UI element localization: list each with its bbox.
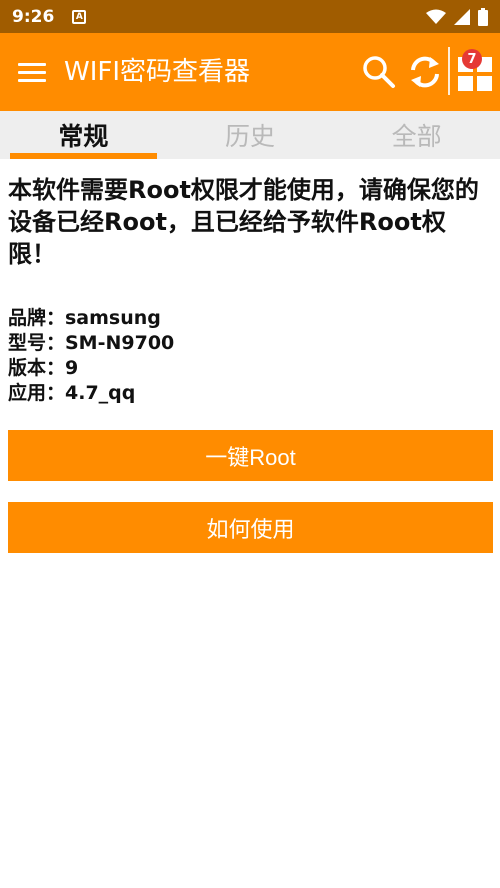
toolbar-divider (448, 47, 450, 95)
device-info: 品牌：samsung 型号：SM-N9700 版本：9 应用：4.7_qq (8, 306, 492, 406)
battery-icon (478, 7, 488, 26)
tab-all[interactable]: 全部 (333, 111, 500, 159)
search-icon[interactable] (362, 55, 396, 89)
status-bar: 9:26 A (0, 0, 500, 33)
how-to-use-button[interactable]: 如何使用 (8, 502, 493, 553)
root-notice: 本软件需要Root权限才能使用，请确保您的设备已经Root，且已经给予软件Roo… (8, 176, 479, 268)
one-click-root-button[interactable]: 一键Root (8, 430, 493, 481)
status-time: 9:26 (12, 6, 55, 27)
notification-a-icon: A (72, 9, 87, 24)
info-model: 型号：SM-N9700 (8, 332, 175, 354)
tab-general[interactable]: 常规 (0, 111, 167, 159)
info-app: 应用：4.7_qq (8, 382, 136, 404)
signal-icon (454, 8, 470, 25)
info-version: 版本：9 (8, 357, 79, 379)
menu-icon[interactable] (18, 63, 46, 83)
refresh-icon[interactable] (408, 54, 442, 90)
wifi-icon (426, 9, 446, 24)
tab-history[interactable]: 历史 (167, 111, 334, 159)
info-brand: 品牌：samsung (8, 307, 161, 329)
app-bar: WIFI密码查看器 7 (0, 33, 500, 111)
notification-badge: 7 (462, 49, 482, 69)
main-content: 本软件需要Root权限才能使用，请确保您的设备已经Root，且已经给予软件Roo… (8, 174, 492, 406)
app-title: WIFI密码查看器 (64, 57, 250, 87)
tab-indicator (10, 153, 157, 159)
status-icons (426, 7, 488, 26)
tab-bar: 常规 历史 全部 (0, 111, 500, 159)
